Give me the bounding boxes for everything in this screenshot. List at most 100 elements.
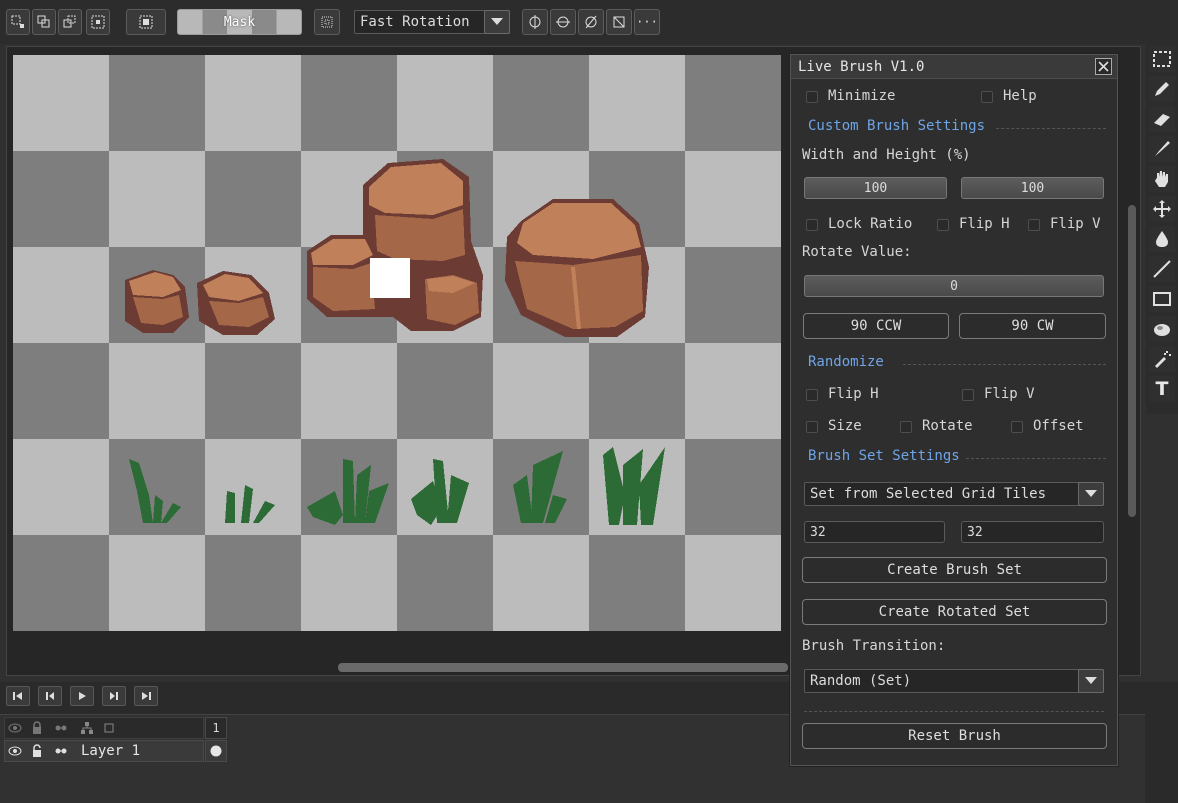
- panel-close-button[interactable]: [1095, 58, 1112, 75]
- minimize-label: Minimize: [828, 88, 896, 104]
- move-icon: [1153, 200, 1171, 218]
- toggle-continuous-all[interactable]: [53, 720, 69, 736]
- selection-intersect-button[interactable]: [86, 9, 110, 35]
- flip-h-checkbox[interactable]: [937, 219, 949, 231]
- play-button[interactable]: [70, 686, 94, 706]
- brush-set-source-dropdown-button[interactable]: [1078, 482, 1104, 506]
- help-checkbox[interactable]: [981, 91, 993, 103]
- grid-width-input[interactable]: 32: [804, 521, 945, 543]
- hand-icon: [1155, 171, 1168, 187]
- lock-ratio-label: Lock Ratio: [828, 216, 913, 232]
- tool-marquee[interactable]: [1149, 46, 1175, 72]
- step-back-icon: [46, 692, 54, 700]
- layer-tree-button[interactable]: [79, 720, 95, 736]
- flip-horizontal-button[interactable]: [522, 9, 548, 35]
- layer-visibility-toggle[interactable]: [7, 743, 23, 759]
- rotate-diagonal-icon: [585, 15, 597, 29]
- random-size-label: Size: [828, 418, 862, 434]
- previous-frame-button[interactable]: [38, 686, 62, 706]
- lock-ratio-checkbox[interactable]: [806, 219, 818, 231]
- reset-brush-button[interactable]: Reset Brush: [802, 723, 1107, 749]
- toggle-lock-all[interactable]: [29, 720, 45, 736]
- play-icon: [79, 692, 86, 700]
- random-offset-checkbox[interactable]: [1011, 421, 1023, 433]
- height-input[interactable]: 100: [961, 177, 1104, 199]
- line-icon: [1153, 260, 1171, 278]
- flip-horizontal-icon: [529, 15, 541, 29]
- eye-icon: [8, 723, 22, 733]
- section-divider: [903, 364, 1106, 365]
- pixel-perfect-button[interactable]: [126, 9, 166, 35]
- tool-pencil[interactable]: [1149, 76, 1175, 102]
- create-rotated-set-button[interactable]: Create Rotated Set: [802, 599, 1107, 625]
- drawing-canvas[interactable]: [13, 55, 781, 631]
- tool-brush[interactable]: [1149, 136, 1175, 162]
- rotation-mode-dropdown-button[interactable]: [484, 10, 510, 34]
- minimize-checkbox[interactable]: [806, 91, 818, 103]
- selection-add-button[interactable]: [32, 9, 56, 35]
- panel-titlebar[interactable]: Live Brush V1.0: [791, 55, 1117, 79]
- tool-eraser[interactable]: [1149, 106, 1175, 132]
- tool-move[interactable]: [1149, 196, 1175, 222]
- brush-transition-dropdown-button[interactable]: [1078, 669, 1104, 693]
- random-flip-v-checkbox[interactable]: [962, 389, 974, 401]
- tool-spray[interactable]: [1149, 346, 1175, 372]
- horizontal-scrollbar[interactable]: [338, 663, 788, 672]
- chevron-down-icon: [491, 18, 503, 25]
- custom-brush-section-title: Custom Brush Settings: [808, 118, 986, 134]
- rock-small-right: [197, 271, 275, 335]
- rotation-mode-select[interactable]: Fast Rotation: [354, 10, 510, 34]
- frame-number[interactable]: 1: [205, 717, 227, 739]
- flip-vertical-icon: [556, 16, 570, 28]
- rotate-cw-button[interactable]: [606, 9, 632, 35]
- tool-fill[interactable]: [1149, 226, 1175, 252]
- width-input[interactable]: 100: [804, 177, 947, 199]
- frame-cel[interactable]: [205, 740, 227, 762]
- tool-line[interactable]: [1149, 256, 1175, 282]
- grid-options-button[interactable]: [314, 9, 340, 35]
- rotate-value-input[interactable]: 0: [804, 275, 1104, 297]
- flip-v-label: Flip V: [1050, 216, 1101, 232]
- random-rotate-label: Rotate: [922, 418, 973, 434]
- mask-toggle-button[interactable]: Mask: [177, 9, 302, 35]
- rotate-90-cw-button[interactable]: 90 CW: [959, 313, 1106, 339]
- more-options-button[interactable]: ···: [634, 9, 660, 35]
- grid-height-input[interactable]: 32: [961, 521, 1104, 543]
- rotation-mode-value: Fast Rotation: [360, 14, 470, 30]
- next-frame-button[interactable]: [102, 686, 126, 706]
- rectangle-icon: [1153, 292, 1171, 306]
- tool-ellipse[interactable]: [1149, 316, 1175, 342]
- brush-transition-select[interactable]: Random (Set): [804, 669, 1104, 693]
- flip-h-label: Flip H: [959, 216, 1010, 232]
- layer-continuous-toggle[interactable]: [53, 743, 69, 759]
- layer-frame-button[interactable]: [101, 720, 117, 736]
- pixel-perfect-icon: [139, 15, 153, 29]
- selection-subtract-button[interactable]: [58, 9, 82, 35]
- rotate-ccw-button[interactable]: [578, 9, 604, 35]
- random-flip-h-checkbox[interactable]: [806, 389, 818, 401]
- vertical-scrollbar[interactable]: [1128, 205, 1136, 517]
- create-brush-set-button[interactable]: Create Brush Set: [802, 557, 1107, 583]
- tool-text[interactable]: T: [1149, 376, 1175, 402]
- random-flip-v-label: Flip V: [984, 386, 1035, 402]
- rotate-90-ccw-button[interactable]: 90 CCW: [803, 313, 949, 339]
- layer-row[interactable]: Layer 1: [4, 740, 204, 762]
- layer-header-row: [4, 717, 204, 739]
- selection-intersect-icon: [91, 15, 105, 29]
- skip-back-icon: [13, 692, 22, 700]
- flip-v-checkbox[interactable]: [1028, 219, 1040, 231]
- random-rotate-checkbox[interactable]: [900, 421, 912, 433]
- close-icon: [1098, 61, 1109, 72]
- brush-set-source-select[interactable]: Set from Selected Grid Tiles: [804, 482, 1104, 506]
- randomize-section-title: Randomize: [808, 354, 884, 370]
- random-size-checkbox[interactable]: [806, 421, 818, 433]
- first-frame-button[interactable]: [6, 686, 30, 706]
- toggle-visibility-all[interactable]: [7, 720, 23, 736]
- selection-new-button[interactable]: [6, 9, 30, 35]
- flip-vertical-button[interactable]: [550, 9, 576, 35]
- layer-lock-toggle[interactable]: [29, 743, 45, 759]
- tool-hand[interactable]: [1149, 166, 1175, 192]
- tool-rectangle[interactable]: [1149, 286, 1175, 312]
- last-frame-button[interactable]: [134, 686, 158, 706]
- link-icon: [55, 725, 67, 731]
